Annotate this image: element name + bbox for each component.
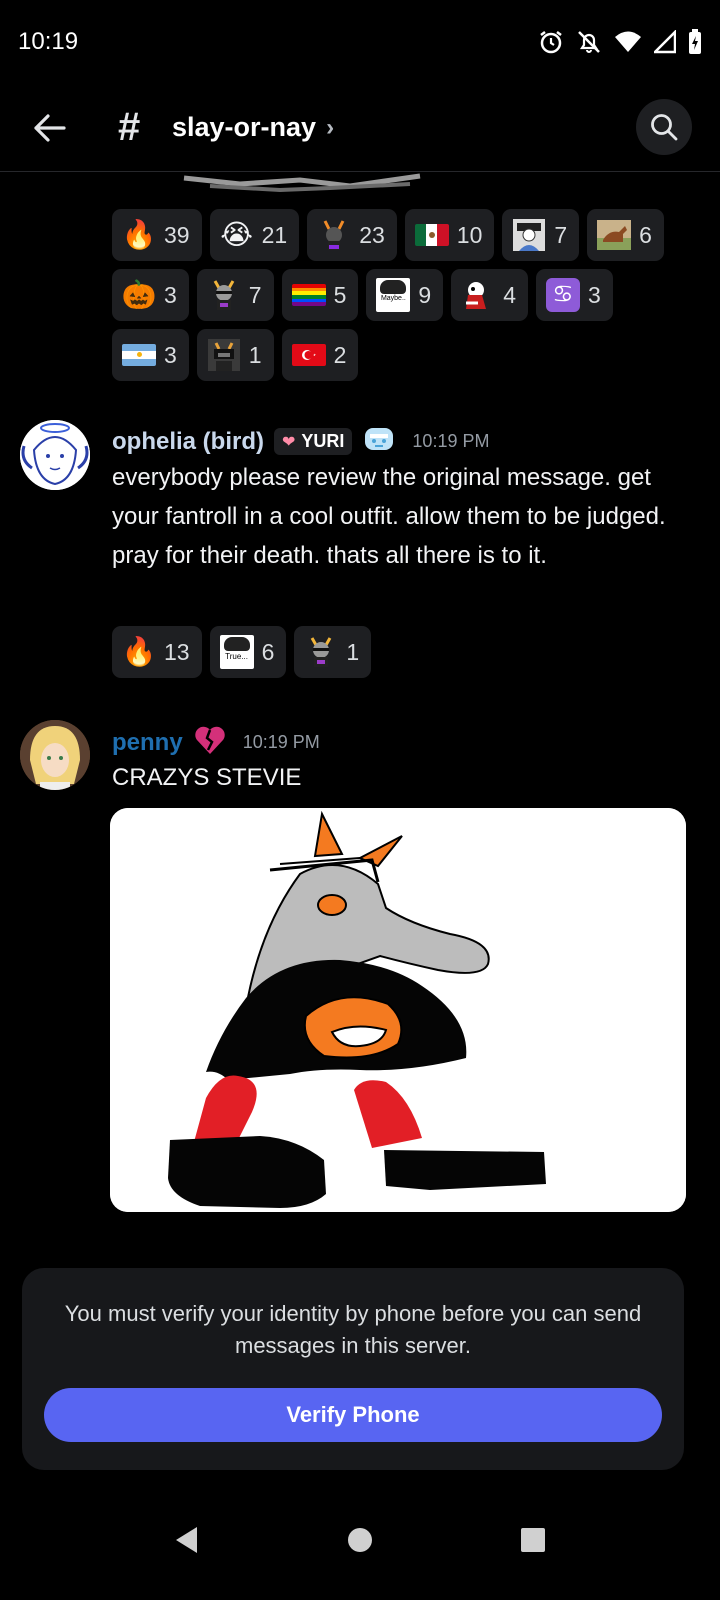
character-3-icon bbox=[461, 278, 495, 312]
reaction-character-4[interactable]: 1 bbox=[196, 329, 274, 381]
heart-icon: ❤ bbox=[282, 433, 296, 451]
reactions-ophelia-message: 🔥 13 True... 6 1 bbox=[112, 626, 372, 678]
reaction-loudly-crying[interactable]: 😭 21 bbox=[209, 209, 300, 261]
nav-back-button[interactable] bbox=[157, 1510, 217, 1570]
true-sticker-icon: True... bbox=[219, 635, 254, 669]
reaction-cancer-zodiac[interactable]: ♋ 3 bbox=[535, 269, 613, 321]
hash-icon: # bbox=[118, 105, 141, 149]
arrow-left-icon bbox=[34, 113, 66, 142]
timestamp: 10:19 PM bbox=[242, 732, 320, 752]
timestamp: 10:19 PM bbox=[412, 431, 490, 451]
search-button[interactable] bbox=[636, 99, 692, 155]
channel-name: slay-or-nay bbox=[172, 112, 317, 142]
signal-icon bbox=[654, 30, 676, 54]
reaction-flag-mexico[interactable]: 10 bbox=[404, 209, 495, 261]
flag-mexico-icon bbox=[414, 224, 449, 246]
reaction-maybe-sticker[interactable]: Maybe.. 9 bbox=[366, 269, 444, 321]
troll-character-2-icon bbox=[207, 278, 241, 312]
system-nav-bar bbox=[0, 1480, 720, 1600]
alarm-icon bbox=[540, 31, 562, 54]
reaction-jack-o-lantern[interactable]: 🎃 3 bbox=[112, 269, 189, 321]
reaction-flag-argentina[interactable]: 3 bbox=[112, 329, 189, 381]
reaction-fire[interactable]: 🔥 39 bbox=[112, 209, 202, 261]
maybe-sticker-icon: Maybe.. bbox=[376, 278, 411, 312]
nav-home-button[interactable] bbox=[330, 1510, 390, 1570]
author-line-penny: penny 10:19 PM bbox=[112, 724, 320, 761]
reaction-fire[interactable]: 🔥 13 bbox=[112, 626, 202, 678]
reaction-troll-character[interactable]: 23 bbox=[307, 209, 397, 261]
reaction-troll-character-2[interactable]: 1 bbox=[294, 626, 372, 678]
verify-panel: You must verify your identity by phone b… bbox=[22, 1268, 684, 1470]
flag-turkey-icon bbox=[291, 344, 326, 366]
search-icon bbox=[651, 114, 678, 141]
previous-image-fragment[interactable] bbox=[180, 172, 424, 196]
nav-recents-button[interactable] bbox=[503, 1510, 563, 1570]
message-text: CRAZYS STEVIE bbox=[112, 764, 302, 791]
avatar-ophelia[interactable] bbox=[20, 420, 90, 490]
fire-icon: 🔥 bbox=[121, 636, 157, 667]
role-tag[interactable]: ❤ YURI bbox=[274, 428, 353, 455]
cancer-zodiac-icon: ♋ bbox=[545, 278, 580, 312]
status-icons bbox=[538, 29, 702, 55]
author-name[interactable]: ophelia (bird) bbox=[112, 428, 264, 456]
reaction-troll-character-2[interactable]: 7 bbox=[196, 269, 274, 321]
image-attachment[interactable] bbox=[110, 808, 686, 1212]
message-text: everybody please review the original mes… bbox=[112, 464, 666, 569]
troll-character-icon bbox=[317, 218, 351, 252]
character-portrait-icon bbox=[512, 218, 546, 252]
reactions-previous-message: 🔥 39 😭 21 23 10 7 6 🎃 3 7 5 Maybe.. 9 4 … bbox=[112, 209, 682, 381]
back-button[interactable] bbox=[24, 103, 74, 153]
channel-name-button[interactable]: slay-or-nay › bbox=[172, 112, 334, 143]
reaction-true-sticker[interactable]: True... 6 bbox=[209, 626, 287, 678]
channel-header: # slay-or-nay › bbox=[0, 84, 720, 172]
flag-argentina-icon bbox=[122, 344, 156, 366]
reaction-horse[interactable]: 6 bbox=[587, 209, 664, 261]
jack-o-lantern-icon: 🎃 bbox=[121, 279, 157, 310]
bell-off-icon bbox=[578, 31, 600, 53]
reaction-character-portrait[interactable]: 7 bbox=[502, 209, 580, 261]
battery-icon bbox=[689, 29, 701, 54]
avatar-penny[interactable] bbox=[20, 720, 90, 790]
wifi-icon bbox=[615, 31, 641, 52]
horse-icon bbox=[597, 218, 632, 252]
character-4-icon bbox=[207, 338, 241, 372]
bot-face-icon bbox=[362, 424, 396, 459]
reaction-character-3[interactable]: 4 bbox=[451, 269, 528, 321]
square-recents-icon bbox=[521, 1528, 546, 1552]
rainbow-flag-icon bbox=[291, 284, 326, 306]
broken-heart-icon bbox=[193, 724, 227, 761]
verify-message: You must verify your identity by phone b… bbox=[64, 1301, 642, 1358]
status-bar: 10:19 bbox=[0, 0, 720, 84]
chevron-right-icon: › bbox=[326, 113, 335, 141]
circle-home-icon bbox=[347, 1528, 372, 1552]
loudly-crying-icon: 😭 bbox=[220, 219, 253, 250]
reaction-flag-turkey[interactable]: 2 bbox=[281, 329, 359, 381]
verify-phone-button[interactable]: Verify Phone bbox=[44, 1388, 662, 1442]
troll-character-2-icon bbox=[304, 635, 338, 669]
status-time: 10:19 bbox=[18, 28, 79, 55]
reaction-rainbow-flag[interactable]: 5 bbox=[281, 269, 359, 321]
author-line-ophelia: ophelia (bird) ❤ YURI 10:19 PM bbox=[112, 424, 489, 459]
author-name[interactable]: penny bbox=[112, 729, 183, 757]
triangle-back-icon bbox=[175, 1527, 197, 1553]
fire-icon: 🔥 bbox=[121, 219, 157, 250]
